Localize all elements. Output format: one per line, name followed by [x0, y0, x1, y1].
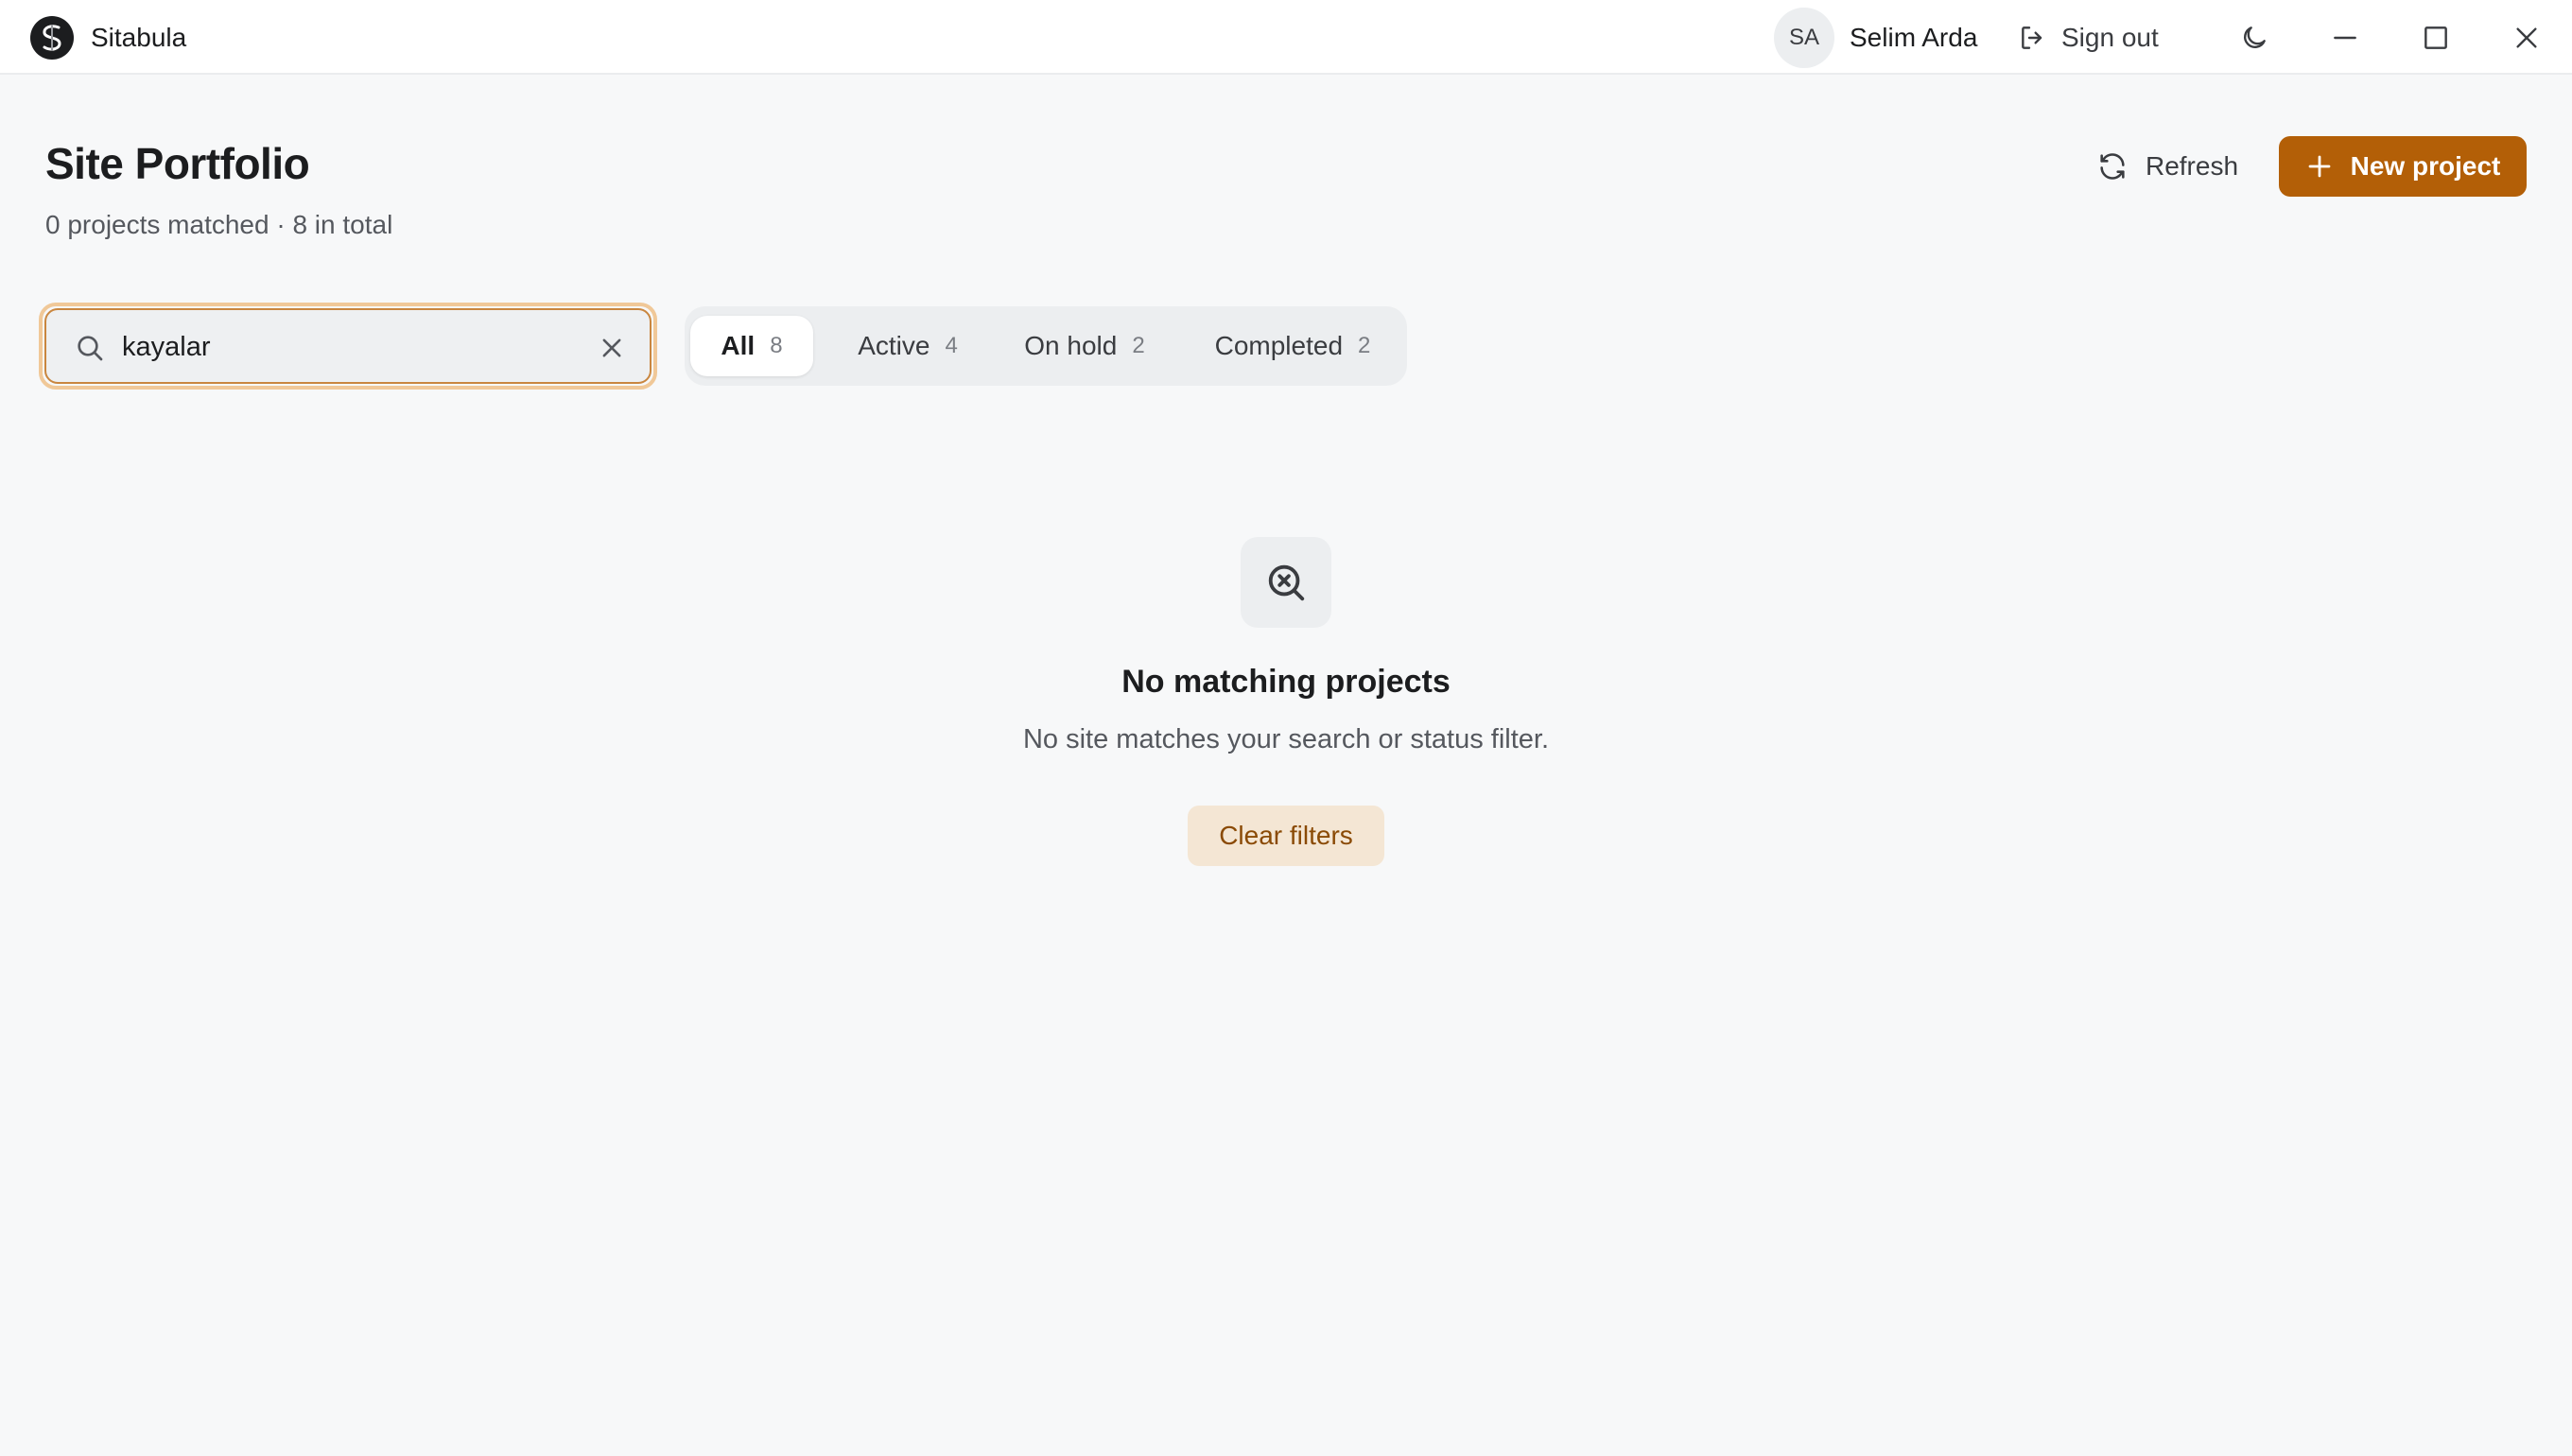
moon-icon [2244, 26, 2266, 48]
search-field[interactable] [44, 308, 652, 384]
sign-out-label: Sign out [2061, 23, 2159, 52]
status-filter: All 8 Active 4 On hold 2 Completed 2 [685, 306, 1407, 386]
sitabula-logo-icon [30, 16, 74, 60]
refresh-button[interactable]: Refresh [2077, 136, 2258, 197]
close-window-button[interactable] [2504, 15, 2549, 61]
filter-label: All [721, 331, 756, 360]
result-summary: 0 projects matched · 8 in total [45, 210, 393, 239]
filter-count: 2 [1358, 333, 1371, 358]
empty-state-title: No matching projects [1121, 664, 1451, 700]
refresh-icon [2100, 153, 2125, 180]
filter-all[interactable]: All 8 [690, 316, 813, 376]
filter-count: 4 [945, 333, 958, 358]
clear-icon [602, 338, 621, 357]
minimize-button[interactable] [2322, 15, 2368, 61]
new-project-button[interactable]: New project [2279, 136, 2527, 197]
page-title: Site Portfolio [45, 139, 310, 188]
user-name: Selim Arda [1850, 23, 1978, 52]
sign-out-button[interactable]: Sign out [2018, 17, 2159, 59]
title-bar: Sitabula SA Selim Arda Sign out [0, 0, 2572, 75]
filter-label: Active [858, 331, 930, 360]
empty-state-icon-box [1241, 537, 1331, 628]
maximize-button[interactable] [2413, 15, 2459, 61]
sign-out-icon [2022, 26, 2042, 49]
search-icon [78, 336, 103, 361]
clear-search-button[interactable] [595, 331, 629, 365]
search-x-icon [1268, 564, 1305, 601]
filter-active[interactable]: Active 4 [830, 316, 985, 376]
filter-completed[interactable]: Completed 2 [1184, 316, 1401, 376]
minimize-icon [2334, 36, 2356, 40]
search-input[interactable] [122, 323, 576, 371]
theme-toggle-button[interactable] [2232, 15, 2277, 61]
avatar[interactable]: SA [1774, 8, 1834, 68]
filter-count: 8 [770, 333, 783, 358]
empty-state-description: No site matches your search or status fi… [1022, 724, 1550, 754]
plus-icon [2308, 155, 2331, 178]
clear-filters-button[interactable]: Clear filters [1188, 806, 1384, 866]
maximize-icon [2424, 26, 2447, 49]
close-icon [2516, 27, 2537, 48]
filter-count: 2 [1132, 333, 1145, 358]
new-project-label: New project [2350, 151, 2501, 181]
clear-filters-label: Clear filters [1219, 821, 1353, 850]
filter-on-hold[interactable]: On hold 2 [995, 316, 1174, 376]
filter-label: Completed [1214, 331, 1344, 360]
filter-label: On hold [1024, 331, 1118, 360]
app-name: Sitabula [91, 23, 187, 52]
refresh-label: Refresh [2145, 151, 2239, 181]
